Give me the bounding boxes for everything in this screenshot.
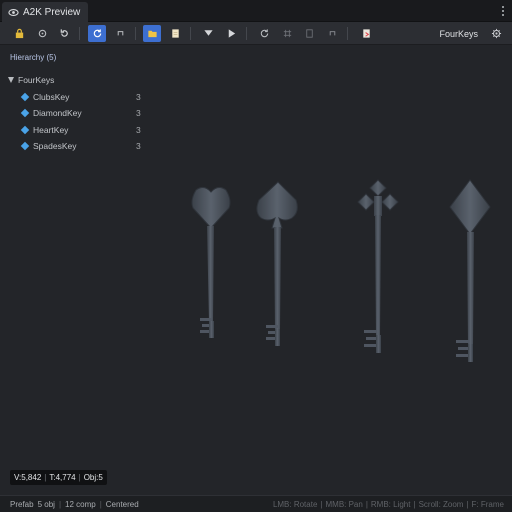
status-pivot: Centered xyxy=(105,499,139,509)
tree-item-label: ClubsKey xyxy=(33,91,70,102)
settings-icon[interactable] xyxy=(487,25,505,42)
vertex-count: V:5,842 xyxy=(14,473,42,482)
tree-item-spadeskey[interactable]: SpadesKey 3 xyxy=(8,138,158,155)
hint-zoom: Scroll: Zoom xyxy=(418,499,464,509)
spade-key-model xyxy=(256,181,298,346)
tree-item-heartkey[interactable]: HeartKey 3 xyxy=(8,122,158,139)
tree-item-count: 3 xyxy=(136,124,141,135)
hint-frame: F: Frame xyxy=(471,499,504,509)
hint-rotate: LMB: Rotate xyxy=(272,499,318,509)
status-bar: Prefab 5 obj | 12 comp | Centered LMB: R… xyxy=(0,495,512,512)
diamond-key-model xyxy=(449,179,491,362)
orbit-icon[interactable] xyxy=(88,25,106,42)
play-icon[interactable] xyxy=(222,25,240,42)
heart-key-model xyxy=(191,186,231,338)
club-key-model xyxy=(357,179,399,353)
tab-a2k-preview[interactable]: A2K Preview xyxy=(2,2,88,22)
toolbar: FourKeys xyxy=(0,22,512,45)
status-mode: Prefab xyxy=(10,499,34,509)
hint-pan: MMB: Pan xyxy=(325,499,363,509)
folder-icon[interactable] xyxy=(143,25,161,42)
lock-icon[interactable] xyxy=(10,25,28,42)
tab-bar: A2K Preview xyxy=(0,0,512,22)
more-menu-icon[interactable] xyxy=(500,4,506,18)
tree-item-diamondkey[interactable]: DiamondKey 3 xyxy=(8,105,158,122)
tree-item-label: HeartKey xyxy=(33,124,69,135)
tree-item-count: 3 xyxy=(136,108,141,119)
reset-icon[interactable] xyxy=(55,25,73,42)
tab-title: A2K Preview xyxy=(23,6,81,18)
eye-icon xyxy=(8,8,19,16)
tree-root-fourkeys[interactable]: FourKeys xyxy=(8,72,158,89)
frame-icon[interactable] xyxy=(300,25,318,42)
node-icon xyxy=(20,142,30,151)
tree-item-count: 3 xyxy=(136,141,141,152)
triangle-count: T:4,774 xyxy=(49,473,76,482)
export-icon[interactable] xyxy=(357,25,375,42)
tree-item-label: DiamondKey xyxy=(33,108,82,119)
status-hints: LMB: Rotate | MMB: Pan | RMB: Light | Scrol… xyxy=(272,499,504,509)
node-icon xyxy=(20,109,30,118)
bracket-icon[interactable] xyxy=(111,25,129,42)
hint-light: RMB: Light xyxy=(370,499,411,509)
hierarchy-tree: FourKeys ClubsKey 3 DiamondKey 3 HeartKe… xyxy=(8,72,158,155)
filter-icon[interactable] xyxy=(199,25,217,42)
grid-icon[interactable] xyxy=(278,25,296,42)
status-left: Prefab 5 obj | 12 comp | Centered xyxy=(10,499,139,509)
tree-root-label: FourKeys xyxy=(18,75,55,86)
file-icon[interactable] xyxy=(166,25,184,42)
node-icon xyxy=(20,92,30,101)
refresh-icon[interactable] xyxy=(255,25,273,42)
tree-item-count: 3 xyxy=(136,91,141,102)
tree-item-label: SpadesKey xyxy=(33,141,77,152)
expand-caret-icon[interactable] xyxy=(8,77,14,84)
pivot-icon[interactable] xyxy=(33,25,51,42)
status-objects: 5 obj xyxy=(37,499,55,509)
tree-item-clubskey[interactable]: ClubsKey 3 xyxy=(8,89,158,106)
status-components: 12 comp xyxy=(65,499,96,509)
scene-name: FourKeys xyxy=(439,29,478,39)
node-icon xyxy=(20,125,30,134)
box-icon[interactable] xyxy=(323,25,341,42)
hierarchy-title: Hierarchy (5) xyxy=(10,53,57,62)
object-count: Obj:5 xyxy=(83,473,103,482)
render-stats: V:5,842 | T:4,774 | Obj:5 xyxy=(10,470,107,485)
3d-viewport[interactable] xyxy=(160,150,510,390)
